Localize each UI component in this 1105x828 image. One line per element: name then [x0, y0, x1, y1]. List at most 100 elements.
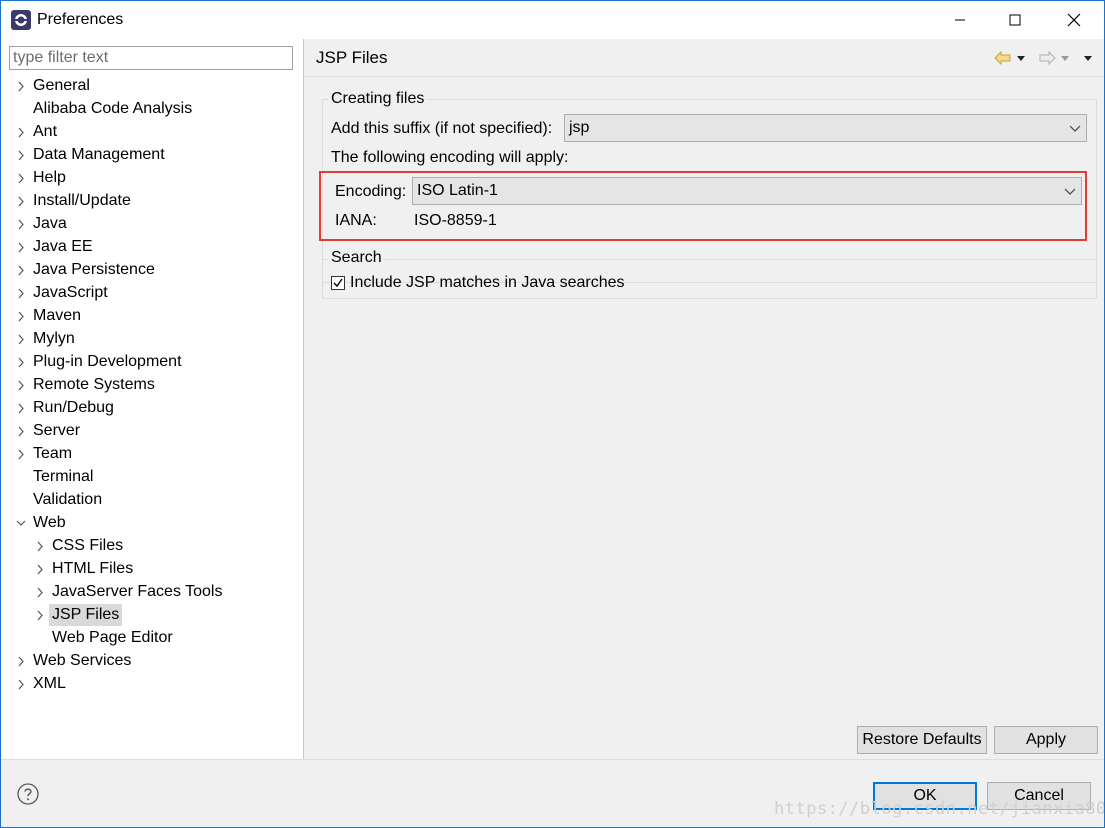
chevron-right-icon[interactable] [15, 397, 27, 420]
tree-item-label: Team [33, 445, 73, 462]
preferences-tree-panel: General Alibaba Code Analysis Ant Data Mana… [1, 39, 304, 759]
tree-item[interactable]: Java Persistence [1, 259, 301, 282]
chevron-right-icon[interactable] [15, 650, 27, 673]
tree-item[interactable]: Java EE [1, 236, 301, 259]
chevron-right-icon[interactable] [15, 420, 27, 443]
tree-item[interactable]: HTML Files [1, 558, 301, 581]
chevron-right-icon[interactable] [15, 167, 27, 190]
chevron-right-icon[interactable] [15, 121, 27, 144]
filter-input[interactable] [9, 46, 293, 70]
tree-item[interactable]: Install/Update [1, 190, 301, 213]
maximize-icon [1009, 14, 1021, 26]
tree-item[interactable]: Maven [1, 305, 301, 328]
tree-item[interactable]: Server [1, 420, 301, 443]
checkmark-icon [333, 278, 343, 288]
chevron-down-icon[interactable] [15, 512, 27, 535]
encoding-combo[interactable]: ISO Latin-1 [412, 177, 1082, 205]
tree-item-label: Server [33, 422, 81, 439]
page-title: JSP Files [316, 48, 388, 67]
minimize-button[interactable] [937, 1, 983, 39]
tree-item[interactable]: Web [1, 512, 301, 535]
chevron-right-icon[interactable] [15, 673, 27, 696]
minimize-icon [955, 19, 965, 21]
chevron-right-icon[interactable] [15, 190, 27, 213]
tree-item[interactable]: Data Management [1, 144, 301, 167]
creating-files-title: Creating files [328, 90, 428, 108]
tree-item-label: JavaScript [33, 284, 108, 301]
suffix-combo[interactable]: jsp [564, 114, 1087, 142]
dialog-button-bar: OK Cancel https://blog.csdn.net/jianxia8… [1, 759, 1105, 827]
chevron-right-icon[interactable] [34, 535, 46, 558]
view-menu-button[interactable] [1082, 48, 1094, 68]
tree-item[interactable]: Mylyn [1, 328, 301, 351]
restore-defaults-button[interactable]: Restore Defaults [857, 726, 987, 754]
tree-item-label: Validation [33, 491, 103, 508]
tree-item-label: Plug-in Development [33, 353, 182, 370]
include-jsp-checkbox[interactable] [331, 276, 345, 290]
tree-item[interactable]: JSP Files [1, 604, 301, 627]
chevron-right-icon[interactable] [15, 144, 27, 167]
chevron-right-icon[interactable] [15, 75, 27, 98]
tree-item-label: Maven [33, 307, 82, 324]
tree-item-label: General [33, 77, 90, 94]
chevron-right-icon[interactable] [15, 374, 27, 397]
chevron-down-icon [1064, 188, 1076, 195]
back-button[interactable] [994, 48, 1027, 68]
help-icon[interactable] [17, 783, 39, 805]
chevron-right-icon[interactable] [34, 581, 46, 604]
encoding-value: ISO Latin-1 [417, 182, 498, 199]
chevron-right-icon[interactable] [15, 259, 27, 282]
chevron-right-icon[interactable] [15, 236, 27, 259]
iana-label: IANA: [335, 212, 377, 229]
tree-item-label: Help [33, 169, 66, 186]
tree-item-label: Remote Systems [33, 376, 155, 393]
eclipse-app-icon [11, 10, 31, 30]
tree-item[interactable]: Java [1, 213, 301, 236]
chevron-right-icon[interactable] [15, 328, 27, 351]
tree-item[interactable]: Help [1, 167, 301, 190]
tree-item[interactable]: JavaServer Faces Tools [1, 581, 301, 604]
tree-item[interactable]: Alibaba Code Analysis [1, 98, 301, 121]
tree-item[interactable]: Run/Debug [1, 397, 301, 420]
include-jsp-label[interactable]: Include JSP matches in Java searches [350, 274, 625, 292]
page-header: JSP Files [304, 39, 1104, 77]
tree-item-label: Web [33, 514, 66, 531]
maximize-button[interactable] [992, 1, 1038, 39]
view-menu-icon [1084, 56, 1092, 61]
watermark-text: https://blog.csdn.net/jianxia801 [774, 799, 1105, 819]
search-group-title: Search [328, 249, 385, 267]
tree-item-label: CSS Files [52, 537, 124, 554]
chevron-right-icon[interactable] [15, 213, 27, 236]
preference-page: JSP Files Creating files Add this suffix… [304, 39, 1104, 759]
close-button[interactable] [1051, 1, 1097, 39]
tree-item[interactable]: JavaScript [1, 282, 301, 305]
tree-item[interactable]: General [1, 75, 301, 98]
forward-button[interactable] [1038, 48, 1071, 68]
encoding-note: The following encoding will apply: [331, 149, 569, 166]
close-icon [1067, 13, 1081, 27]
apply-button[interactable]: Apply [994, 726, 1098, 754]
tree-item[interactable]: XML [1, 673, 301, 696]
preferences-window: Preferences General Alibaba Code Analysis… [0, 0, 1105, 828]
tree-item[interactable]: Web Services [1, 650, 301, 673]
suffix-label: Add this suffix (if not specified): [331, 120, 553, 137]
tree-item[interactable]: Remote Systems [1, 374, 301, 397]
chevron-right-icon[interactable] [34, 558, 46, 581]
chevron-right-icon[interactable] [15, 282, 27, 305]
tree-item-label: Alibaba Code Analysis [33, 100, 193, 117]
chevron-right-icon[interactable] [15, 305, 27, 328]
tree-item-label: Java EE [33, 238, 93, 255]
tree-item[interactable]: Team [1, 443, 301, 466]
chevron-right-icon[interactable] [34, 604, 46, 627]
tree-item[interactable]: Web Page Editor [1, 627, 301, 650]
tree-item[interactable]: CSS Files [1, 535, 301, 558]
tree-item[interactable]: Terminal [1, 466, 301, 489]
tree-item[interactable]: Ant [1, 121, 301, 144]
chevron-right-icon[interactable] [15, 443, 27, 466]
tree-item-label: HTML Files [52, 560, 134, 577]
chevron-right-icon[interactable] [15, 351, 27, 374]
tree-item[interactable]: Plug-in Development [1, 351, 301, 374]
tree-item-label: Ant [33, 123, 58, 140]
tree-item[interactable]: Validation [1, 489, 301, 512]
tree-item-label: Data Management [33, 146, 165, 163]
